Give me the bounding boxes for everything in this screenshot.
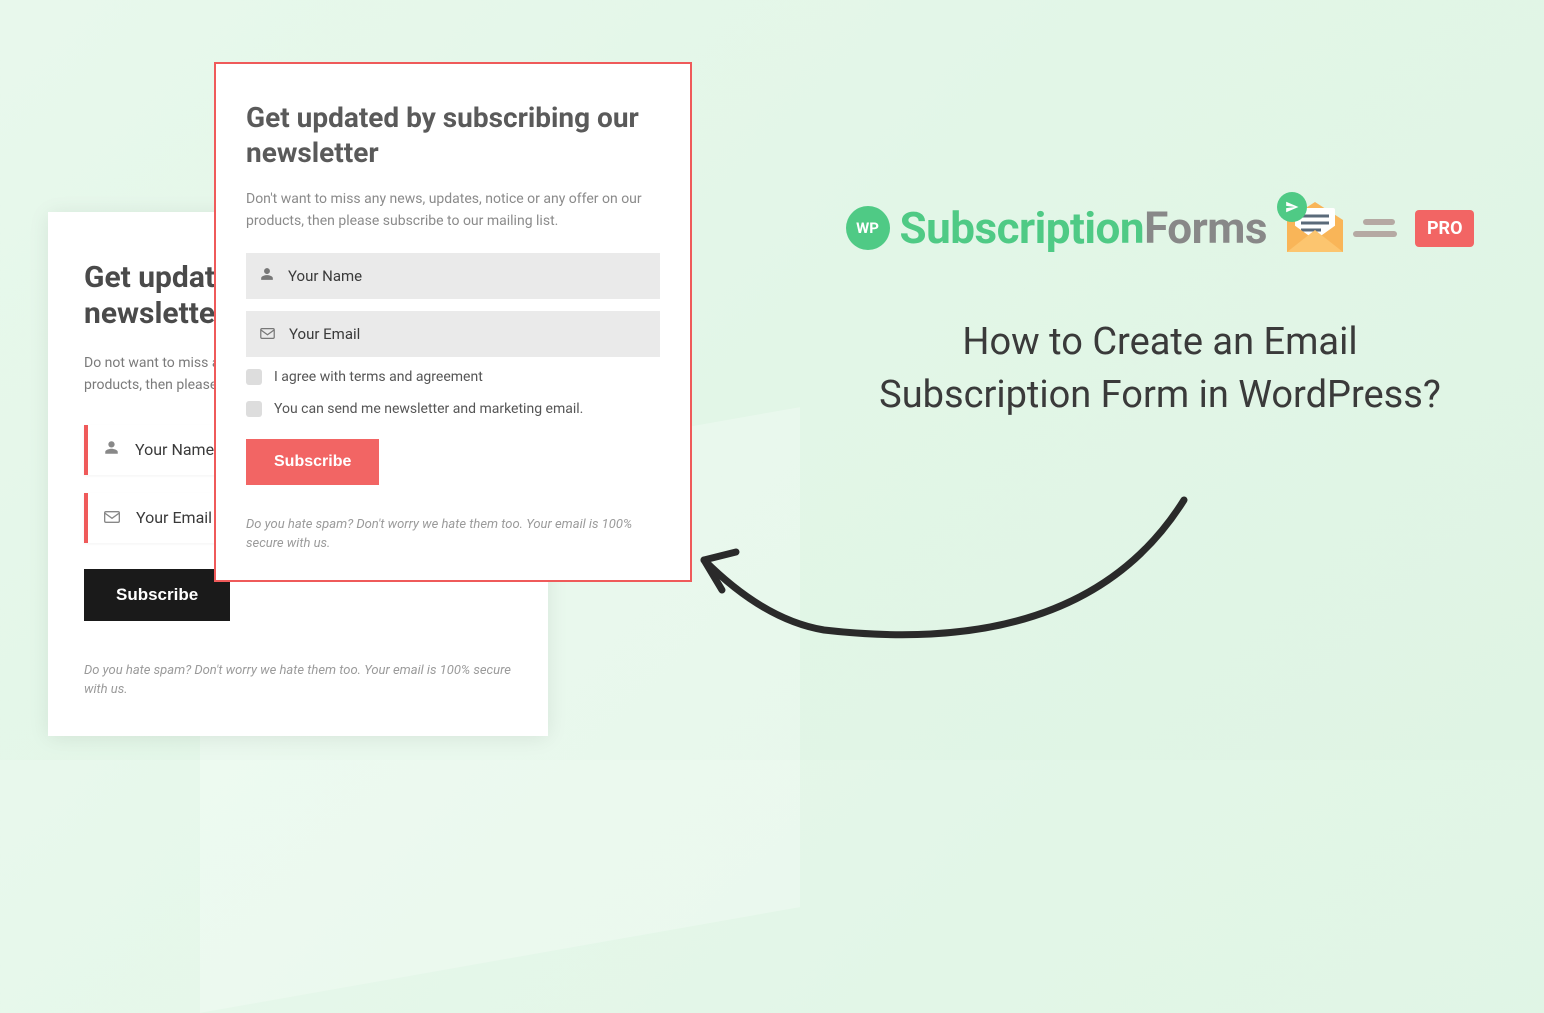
marketing-label: You can send me newsletter and marketing… xyxy=(274,401,583,417)
form-front-description: Don't want to miss any news, updates, no… xyxy=(246,188,660,233)
send-icon xyxy=(1277,192,1307,222)
checkbox-icon xyxy=(246,369,262,385)
name-placeholder-front: Your Name xyxy=(288,267,362,285)
subscription-form-front: Get updated by subscribing our newslette… xyxy=(214,62,692,582)
right-panel: WP SubscriptionForms PRO How to Create a… xyxy=(800,200,1520,422)
page-title: How to Create an Email Subscription Form… xyxy=(800,316,1520,422)
subscribe-button-back[interactable]: Subscribe xyxy=(84,569,230,621)
form-front-heading: Get updated by subscribing our newslette… xyxy=(246,100,660,170)
email-input-front[interactable]: Your Email xyxy=(246,311,660,357)
terms-label: I agree with terms and agreement xyxy=(274,369,483,385)
marketing-checkbox-row[interactable]: You can send me newsletter and marketing… xyxy=(246,401,660,417)
checkbox-icon xyxy=(246,401,262,417)
envelope-icon xyxy=(260,325,275,343)
subscribe-button-front[interactable]: Subscribe xyxy=(246,439,379,485)
brand-subscription: Subscription xyxy=(900,202,1145,254)
terms-checkbox-row[interactable]: I agree with terms and agreement xyxy=(246,369,660,385)
arrow-icon xyxy=(664,480,1204,680)
brand-forms: Forms xyxy=(1144,202,1267,254)
wp-badge: WP xyxy=(846,206,890,250)
brand-logo: WP SubscriptionForms PRO xyxy=(800,200,1520,256)
person-icon xyxy=(260,267,274,285)
speed-lines-icon xyxy=(1363,219,1397,237)
name-input-front[interactable]: Your Name xyxy=(246,253,660,299)
person-icon xyxy=(104,440,119,459)
footnote-back: Do you hate spam? Don't worry we hate th… xyxy=(84,661,512,700)
pro-badge: PRO xyxy=(1415,210,1475,247)
name-placeholder-back: Your Name xyxy=(135,440,214,459)
footnote-front: Do you hate spam? Don't worry we hate th… xyxy=(246,515,660,554)
email-placeholder-front: Your Email xyxy=(289,325,360,343)
mail-icon xyxy=(1283,200,1347,256)
envelope-icon xyxy=(104,508,120,527)
